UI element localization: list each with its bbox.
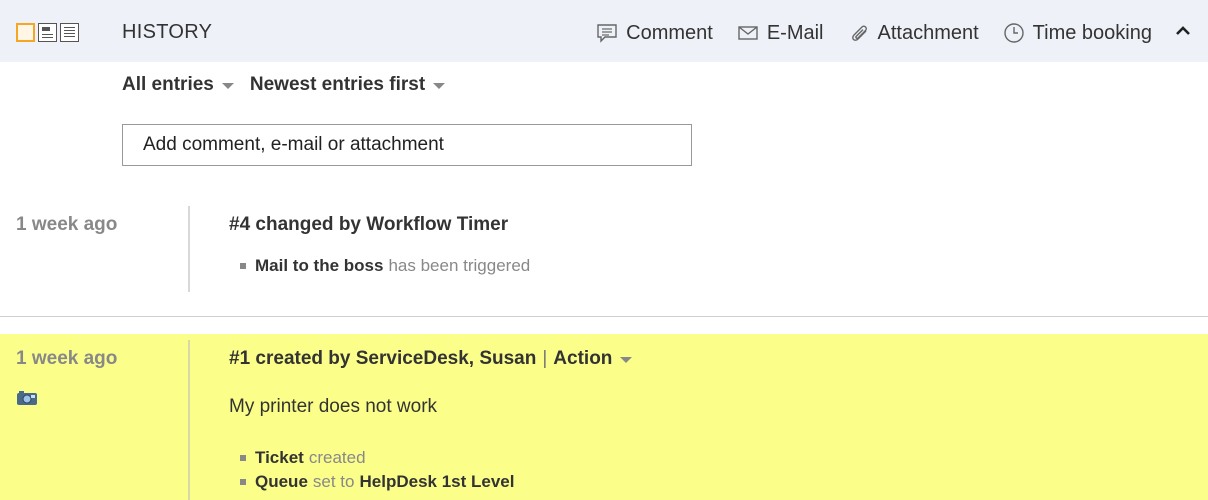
sort-order-label: Newest entries first (249, 74, 426, 95)
timeline-divider (188, 206, 190, 292)
timeline-divider (188, 340, 190, 500)
entry-title-row: #1 created by ServiceDesk, Susan | Actio… (229, 348, 633, 370)
time-booking-button[interactable]: Time booking (1003, 22, 1152, 45)
change-subject: Mail to the boss (255, 256, 384, 275)
action-dropdown[interactable]: Action (553, 348, 633, 370)
change-text: created (308, 448, 366, 467)
action-label: Action (553, 348, 613, 369)
history-actions: Comment E-Mail Attachment Time booking (572, 20, 1192, 46)
bullet-icon (240, 479, 246, 485)
entry-timestamp: 1 week ago (16, 214, 118, 235)
view-medium-icon[interactable] (38, 23, 57, 42)
comment-button[interactable]: Comment (596, 22, 713, 45)
collapse-button[interactable] (1174, 24, 1192, 43)
change-text: has been triggered (388, 256, 531, 275)
list-item: Queue set to HelpDesk 1st Level (240, 470, 514, 494)
add-comment-input[interactable] (122, 124, 692, 166)
bullet-icon (240, 455, 246, 461)
history-header: HISTORY Comment E-Mail Attachment Time b… (0, 0, 1208, 62)
entries-filter-dropdown[interactable]: All entries (122, 74, 234, 96)
entry-body: My printer does not work (229, 396, 438, 417)
change-value: HelpDesk 1st Level (359, 472, 515, 491)
attachment-button[interactable]: Attachment (848, 22, 979, 45)
view-mode-toggles (16, 23, 79, 45)
comment-label: Comment (626, 21, 713, 44)
title-separator: | (542, 348, 548, 369)
entry-timestamp: 1 week ago (16, 348, 118, 369)
chevron-up-icon (1176, 25, 1190, 35)
list-item: Ticket created (240, 446, 514, 470)
entry-title: #1 created by ServiceDesk, Susan (229, 348, 537, 369)
history-filters: All entries Newest entries first (122, 74, 461, 96)
mail-icon (738, 26, 758, 40)
change-subject: Ticket (255, 448, 304, 467)
sort-order-dropdown[interactable]: Newest entries first (249, 74, 446, 96)
email-label: E-Mail (766, 21, 824, 44)
change-subject: Queue (255, 472, 308, 491)
history-entry: 1 week ago #4 changed by Workflow Timer … (0, 196, 1208, 306)
entry-change-list: Ticket created Queue set to HelpDesk 1st… (240, 446, 514, 494)
camera-icon (17, 391, 37, 405)
entries-filter-label: All entries (122, 74, 214, 95)
email-button[interactable]: E-Mail (737, 22, 824, 45)
paperclip-icon (851, 25, 867, 41)
entry-title: #4 changed by Workflow Timer (229, 214, 509, 235)
change-text: set to (312, 472, 355, 491)
entry-divider (0, 316, 1208, 317)
bullet-icon (240, 263, 246, 269)
caret-down-icon (221, 83, 234, 89)
view-compact-icon[interactable] (16, 23, 35, 42)
entry-change-list: Mail to the boss has been triggered (240, 254, 530, 278)
caret-down-icon (620, 357, 633, 363)
time-booking-label: Time booking (1032, 21, 1152, 44)
page-title: HISTORY (122, 21, 213, 43)
history-entry-highlighted: 1 week ago #1 created by ServiceDesk, Su… (0, 334, 1208, 500)
caret-down-icon (433, 83, 446, 89)
view-full-icon[interactable] (60, 23, 79, 42)
list-item: Mail to the boss has been triggered (240, 254, 530, 278)
comment-icon (597, 24, 617, 43)
clock-icon (1003, 23, 1024, 43)
attachment-label: Attachment (877, 21, 979, 44)
